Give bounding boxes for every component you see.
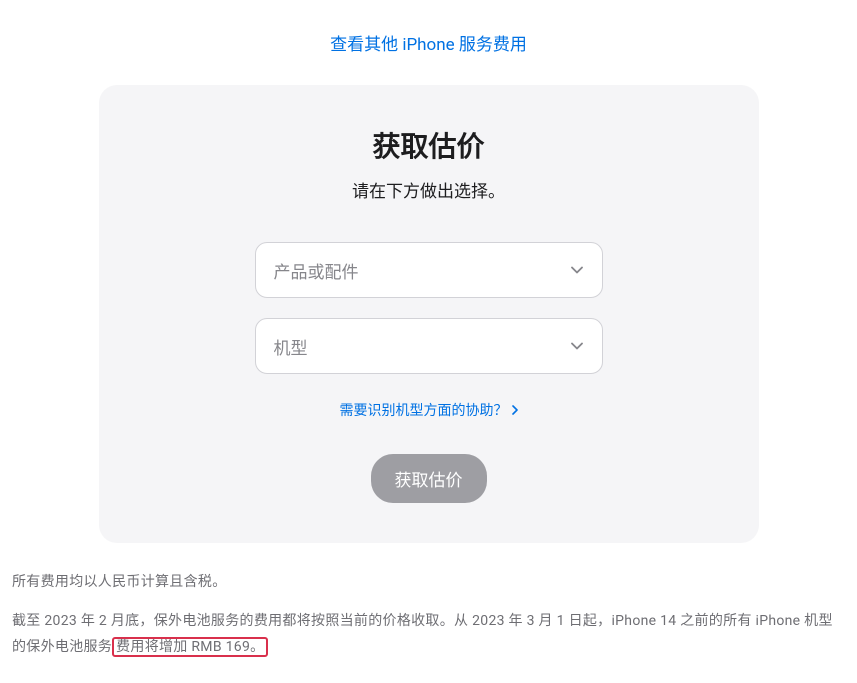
chevron-right-icon: [512, 405, 518, 415]
panel-subtitle: 请在下方做出选择。: [159, 177, 699, 202]
footnotes: 所有费用均以人民币计算且含税。 截至 2023 年 2 月底，保外电池服务的费用…: [0, 543, 857, 683]
top-link-container: 查看其他 iPhone 服务费用: [0, 0, 857, 75]
selector-placeholder: 机型: [274, 334, 570, 359]
chevron-down-icon: [570, 339, 584, 353]
estimate-panel: 获取估价 请在下方做出选择。 产品或配件 机型 需要识别机型方面的协助？ 获取估…: [99, 85, 759, 543]
price-change-note: 截至 2023 年 2 月底，保外电池服务的费用都将按照当前的价格收取。从 20…: [12, 608, 845, 661]
identify-model-help-link[interactable]: 需要识别机型方面的协助？: [340, 394, 518, 454]
price-increase-highlight: 费用将增加 RMB 169。: [112, 637, 268, 657]
chevron-down-icon: [570, 263, 584, 277]
help-link-text: 需要识别机型方面的协助？: [340, 400, 508, 420]
selector-placeholder: 产品或配件: [274, 258, 570, 283]
product-or-accessory-selector[interactable]: 产品或配件: [255, 242, 603, 298]
other-iphone-fees-link[interactable]: 查看其他 iPhone 服务费用: [330, 35, 527, 55]
get-estimate-button[interactable]: 获取估价: [371, 454, 487, 503]
model-selector[interactable]: 机型: [255, 318, 603, 374]
tax-note: 所有费用均以人民币计算且含税。: [12, 569, 845, 596]
panel-title: 获取估价: [159, 125, 699, 165]
